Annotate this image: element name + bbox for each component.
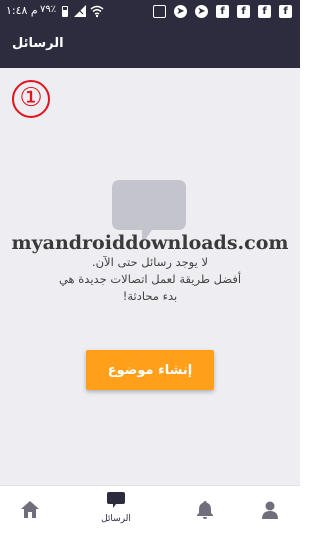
nav-messages-label: الرسائل	[101, 514, 131, 524]
wifi-icon	[90, 5, 104, 18]
nav-messages[interactable]: الرسائل	[86, 486, 146, 534]
empty-message-line1: لا يوجد رسائل حتى الآن.	[91, 255, 209, 269]
facebook-icon: f	[258, 5, 271, 18]
facebook-icon: f	[237, 5, 250, 18]
facebook-icon: f	[216, 5, 229, 18]
step-number-annotation: ①	[12, 80, 50, 118]
chat-bubble-icon	[107, 492, 125, 508]
notification-icons: ➤ ➤ f f f f	[153, 5, 292, 18]
battery-percent: ٧٩٪	[40, 4, 57, 15]
create-topic-button[interactable]: إنشاء موضوع	[86, 350, 214, 390]
watermark-text: myandroiddownloads.com	[11, 232, 289, 254]
nav-notifications[interactable]	[175, 486, 235, 534]
profile-icon	[262, 501, 278, 519]
telegram-icon: ➤	[195, 5, 208, 18]
status-bar: م ١:٤٨ ٧٩٪ ➤ ➤ f f f f	[0, 0, 300, 24]
nav-home[interactable]	[0, 486, 60, 534]
empty-message-line3: بدء محادثة!	[122, 289, 178, 303]
empty-message-line2: أفضل طريقة لعمل اتصالات جديدة هي	[58, 272, 242, 286]
app-bar: الرسائل	[0, 24, 300, 68]
home-icon	[21, 501, 39, 518]
telegram-icon: ➤	[174, 5, 187, 18]
status-time: م ١:٤٨	[6, 4, 38, 17]
facebook-icon: f	[279, 5, 292, 18]
nav-profile[interactable]	[240, 486, 300, 534]
gallery-icon	[153, 5, 166, 18]
page-title: الرسائل	[12, 36, 64, 51]
battery-icon	[62, 6, 68, 17]
bottom-nav: الرسائل	[0, 485, 300, 533]
messages-empty-state: ① myandroiddownloads.com لا يوجد رسائل ح…	[0, 68, 300, 485]
bell-icon	[197, 501, 213, 519]
signal-icon	[74, 5, 86, 17]
empty-message: لا يوجد رسائل حتى الآن. أفضل طريقة لعمل …	[20, 254, 280, 305]
